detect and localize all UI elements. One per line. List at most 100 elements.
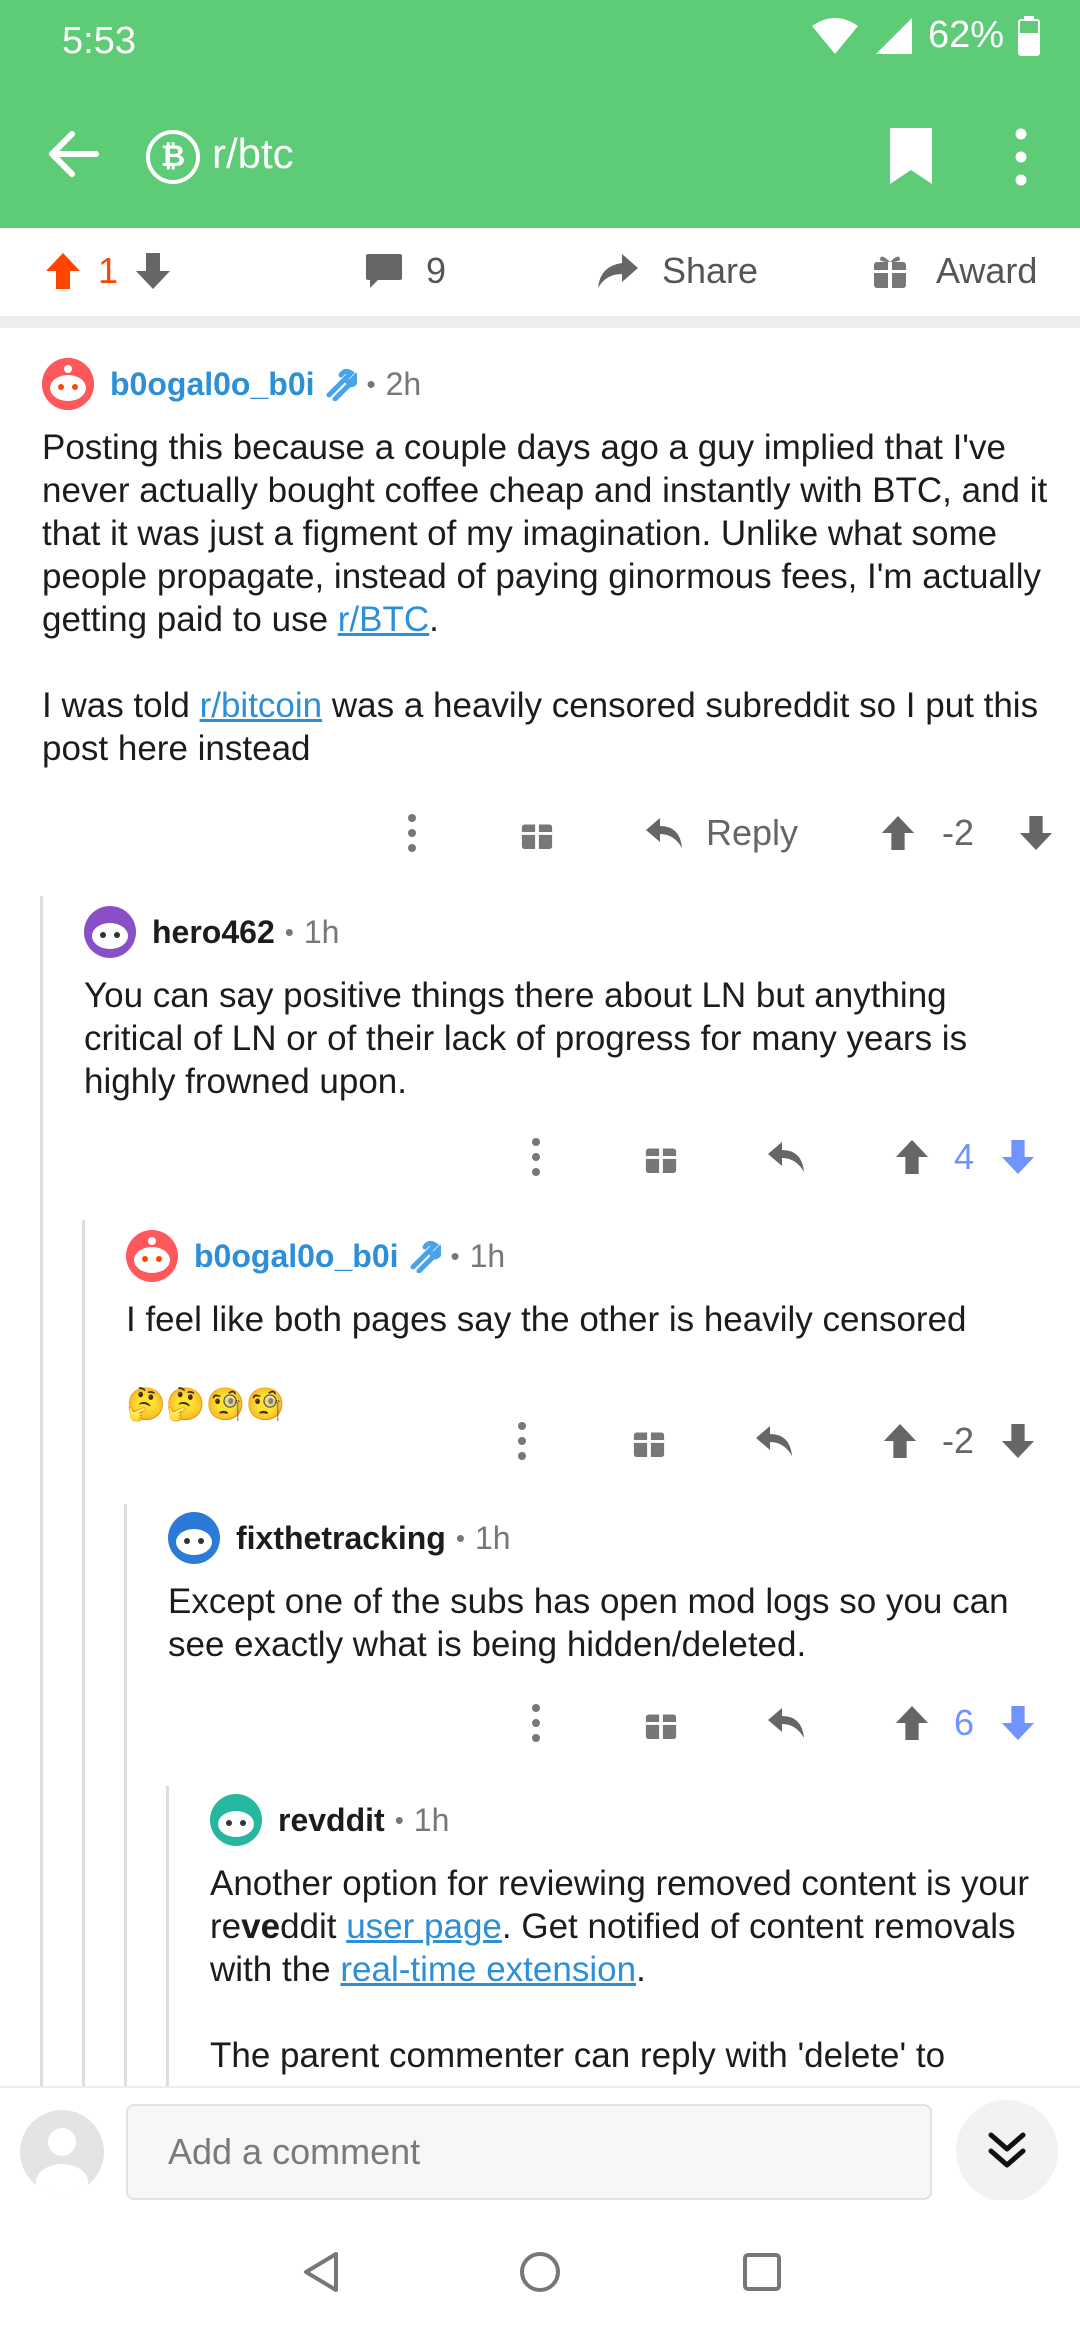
status-bar: 5:53 62% <box>0 0 1080 78</box>
reply-button[interactable]: Reply <box>644 812 798 854</box>
back-icon[interactable] <box>300 2250 340 2294</box>
subreddit-link[interactable]: r/BTC <box>338 600 429 639</box>
more-options-icon[interactable] <box>406 813 418 853</box>
upvote-icon[interactable] <box>894 1138 930 1176</box>
comment-header: fixthetracking • 1h <box>168 1510 1080 1566</box>
comment: fixthetracking • 1h Except one of the su… <box>168 1510 1080 1666</box>
comment-text: The parent commenter can reply with 'del… <box>210 2036 946 2075</box>
comment-text: You can say positive things there about … <box>84 976 968 1101</box>
snoo-avatar-icon <box>126 1230 178 1282</box>
extension-link[interactable]: real-time extension <box>340 1950 636 1989</box>
separator-dot: • <box>455 1522 465 1553</box>
downvote-icon[interactable] <box>1000 1138 1036 1176</box>
avatar[interactable] <box>42 358 94 410</box>
avatar[interactable] <box>210 1794 262 1846</box>
wifi-icon <box>811 17 858 54</box>
comment-paragraph: I was told r/bitcoin was a heavily censo… <box>42 684 1062 770</box>
reply-arrow-icon[interactable] <box>754 1424 794 1458</box>
overflow-menu-icon[interactable] <box>1010 126 1032 188</box>
comment-thread: b0ogal0o_b0i • 2h Posting this because a… <box>0 340 1080 2086</box>
back-arrow-icon[interactable] <box>42 122 106 186</box>
comment-age: 1h <box>413 1801 450 1838</box>
comment-composer <box>0 2086 1080 2202</box>
subreddit-link[interactable]: r/bitcoin <box>200 686 323 725</box>
reply-arrow-icon[interactable] <box>766 1140 806 1174</box>
comments-count: 9 <box>426 250 447 291</box>
upvote-icon[interactable] <box>880 814 916 852</box>
upvote-icon[interactable] <box>894 1704 930 1742</box>
comment-text: Posting this because a couple days ago a… <box>42 428 1048 639</box>
recents-icon[interactable] <box>742 2252 782 2292</box>
avatar[interactable] <box>126 1230 178 1282</box>
award-button[interactable]: Award <box>872 250 1037 292</box>
system-nav-bar <box>0 2200 1080 2340</box>
cellular-icon <box>875 17 912 54</box>
comment-author[interactable]: b0ogal0o_b0i <box>110 366 315 403</box>
more-options-icon[interactable] <box>530 1703 542 1743</box>
more-options-icon[interactable] <box>516 1421 528 1461</box>
comment-text: ddit <box>280 1907 347 1946</box>
comment-author[interactable]: fixthetracking <box>236 1520 446 1557</box>
comment: revddit • 1h Another option for reviewin… <box>210 1792 1080 2077</box>
comment-age: 1h <box>469 1237 506 1274</box>
comment-age: 1h <box>474 1519 511 1556</box>
gift-icon[interactable] <box>520 815 554 851</box>
double-chevron-down-icon <box>988 2132 1026 2168</box>
post-action-bar: 1 9 Share Award <box>0 228 1080 328</box>
comment-body: You can say positive things there about … <box>84 974 1054 1103</box>
snoo-avatar-icon <box>168 1512 220 1564</box>
avatar[interactable] <box>84 906 136 958</box>
gift-icon <box>874 256 906 288</box>
battery-icon <box>1018 15 1040 56</box>
comment-actions: 4 <box>510 1122 1080 1192</box>
comment-header: hero462 • 1h <box>84 904 1080 960</box>
comments-count-button[interactable]: 9 <box>364 250 446 292</box>
user-page-link[interactable]: user page <box>346 1907 502 1946</box>
comment-actions: Reply -2 <box>390 798 1080 868</box>
more-options-icon[interactable] <box>530 1137 542 1177</box>
upvote-icon[interactable] <box>44 251 82 291</box>
status-time: 5:53 <box>62 20 136 62</box>
upvote-icon[interactable] <box>882 1422 918 1460</box>
app-header: 5:53 62% ₿ r/btc <box>0 0 1080 228</box>
reply-arrow-icon[interactable] <box>766 1706 806 1740</box>
snoo-avatar-icon <box>84 906 136 958</box>
comment-text: Except one of the subs has open mod logs… <box>168 1582 1009 1664</box>
comment: b0ogal0o_b0i • 1h I feel like both pages… <box>126 1228 1080 1424</box>
subreddit-name[interactable]: r/btc <box>212 130 294 178</box>
bitcoin-icon[interactable]: ₿ <box>146 130 200 184</box>
comment-age: 1h <box>303 913 340 950</box>
op-wrench-icon <box>410 1240 441 1273</box>
downvote-icon[interactable] <box>1018 814 1054 852</box>
gift-icon[interactable] <box>644 1139 678 1175</box>
bookmark-icon[interactable] <box>886 126 936 186</box>
gift-icon[interactable] <box>644 1705 678 1741</box>
share-label: Share <box>662 250 759 291</box>
comment-text: I feel like both pages say the other is … <box>126 1300 967 1339</box>
gift-icon[interactable] <box>632 1423 666 1459</box>
comment-paragraph: Another option for reviewing removed con… <box>210 1862 1060 1991</box>
downvote-icon[interactable] <box>1000 1422 1036 1460</box>
downvote-icon[interactable] <box>1000 1704 1036 1742</box>
post-score: 1 <box>98 250 119 291</box>
downvote-icon[interactable] <box>134 251 172 291</box>
comment-body: Except one of the subs has open mod logs… <box>168 1580 1058 1666</box>
jump-to-bottom-button[interactable] <box>956 2100 1058 2202</box>
avatar[interactable] <box>168 1512 220 1564</box>
comment-author[interactable]: hero462 <box>152 914 275 951</box>
avatar[interactable] <box>20 2110 104 2194</box>
post-vote: 1 <box>44 250 172 292</box>
comment-author[interactable]: revddit <box>278 1802 385 1839</box>
comment-paragraph: Posting this because a couple days ago a… <box>42 426 1062 641</box>
comment-score: -2 <box>942 1420 975 1461</box>
comment-author[interactable]: b0ogal0o_b0i <box>194 1238 399 1275</box>
reply-arrow-icon <box>646 818 682 848</box>
battery-percent: 62% <box>927 14 1004 56</box>
share-button[interactable]: Share <box>596 250 758 292</box>
thread-line <box>166 1786 169 2086</box>
comment-score: 4 <box>954 1136 975 1177</box>
comment-header: b0ogal0o_b0i • 2h <box>42 356 1080 412</box>
home-icon[interactable] <box>518 2250 562 2294</box>
comment-input[interactable] <box>126 2104 932 2200</box>
comment-age: 2h <box>385 365 422 402</box>
